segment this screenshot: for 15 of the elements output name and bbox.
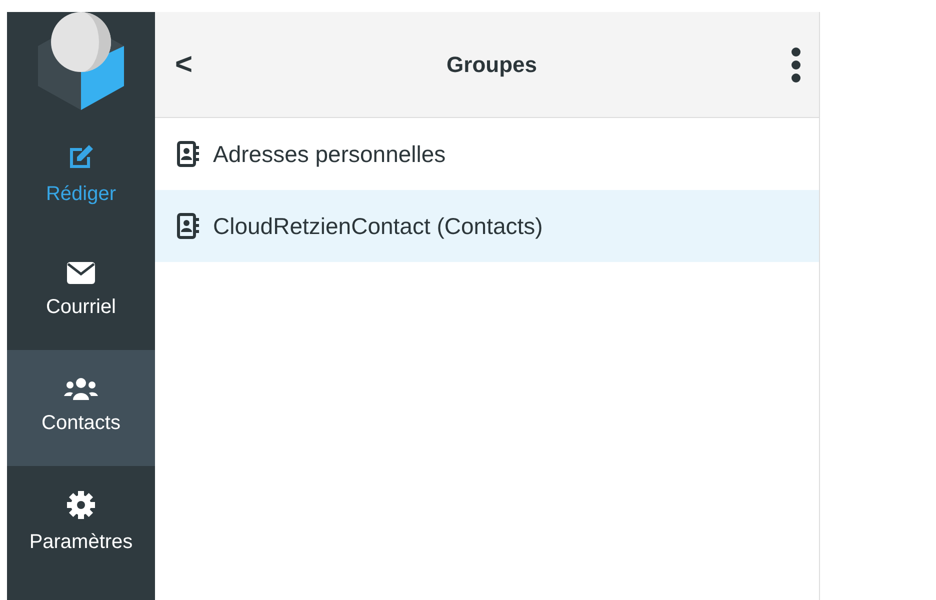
back-button[interactable]: < <box>171 46 197 84</box>
nav-item[interactable]: Paramètres <box>7 466 155 582</box>
nav-item[interactable]: Contacts <box>7 350 155 466</box>
nav-item[interactable]: Courriel <box>7 234 155 350</box>
logo-icon <box>38 12 124 112</box>
address-book-icon <box>177 141 199 167</box>
address-book-icon <box>177 213 199 239</box>
gear-icon <box>67 491 95 519</box>
menu-icon <box>791 46 801 82</box>
nav-item[interactable]: Rédiger <box>7 118 155 234</box>
panel-title: Groupes <box>446 51 537 79</box>
envelope-icon <box>67 262 95 284</box>
group-item[interactable]: CloudRetzienContact (Contacts) <box>155 190 819 262</box>
people-icon <box>64 378 98 400</box>
edit-icon <box>67 143 95 171</box>
